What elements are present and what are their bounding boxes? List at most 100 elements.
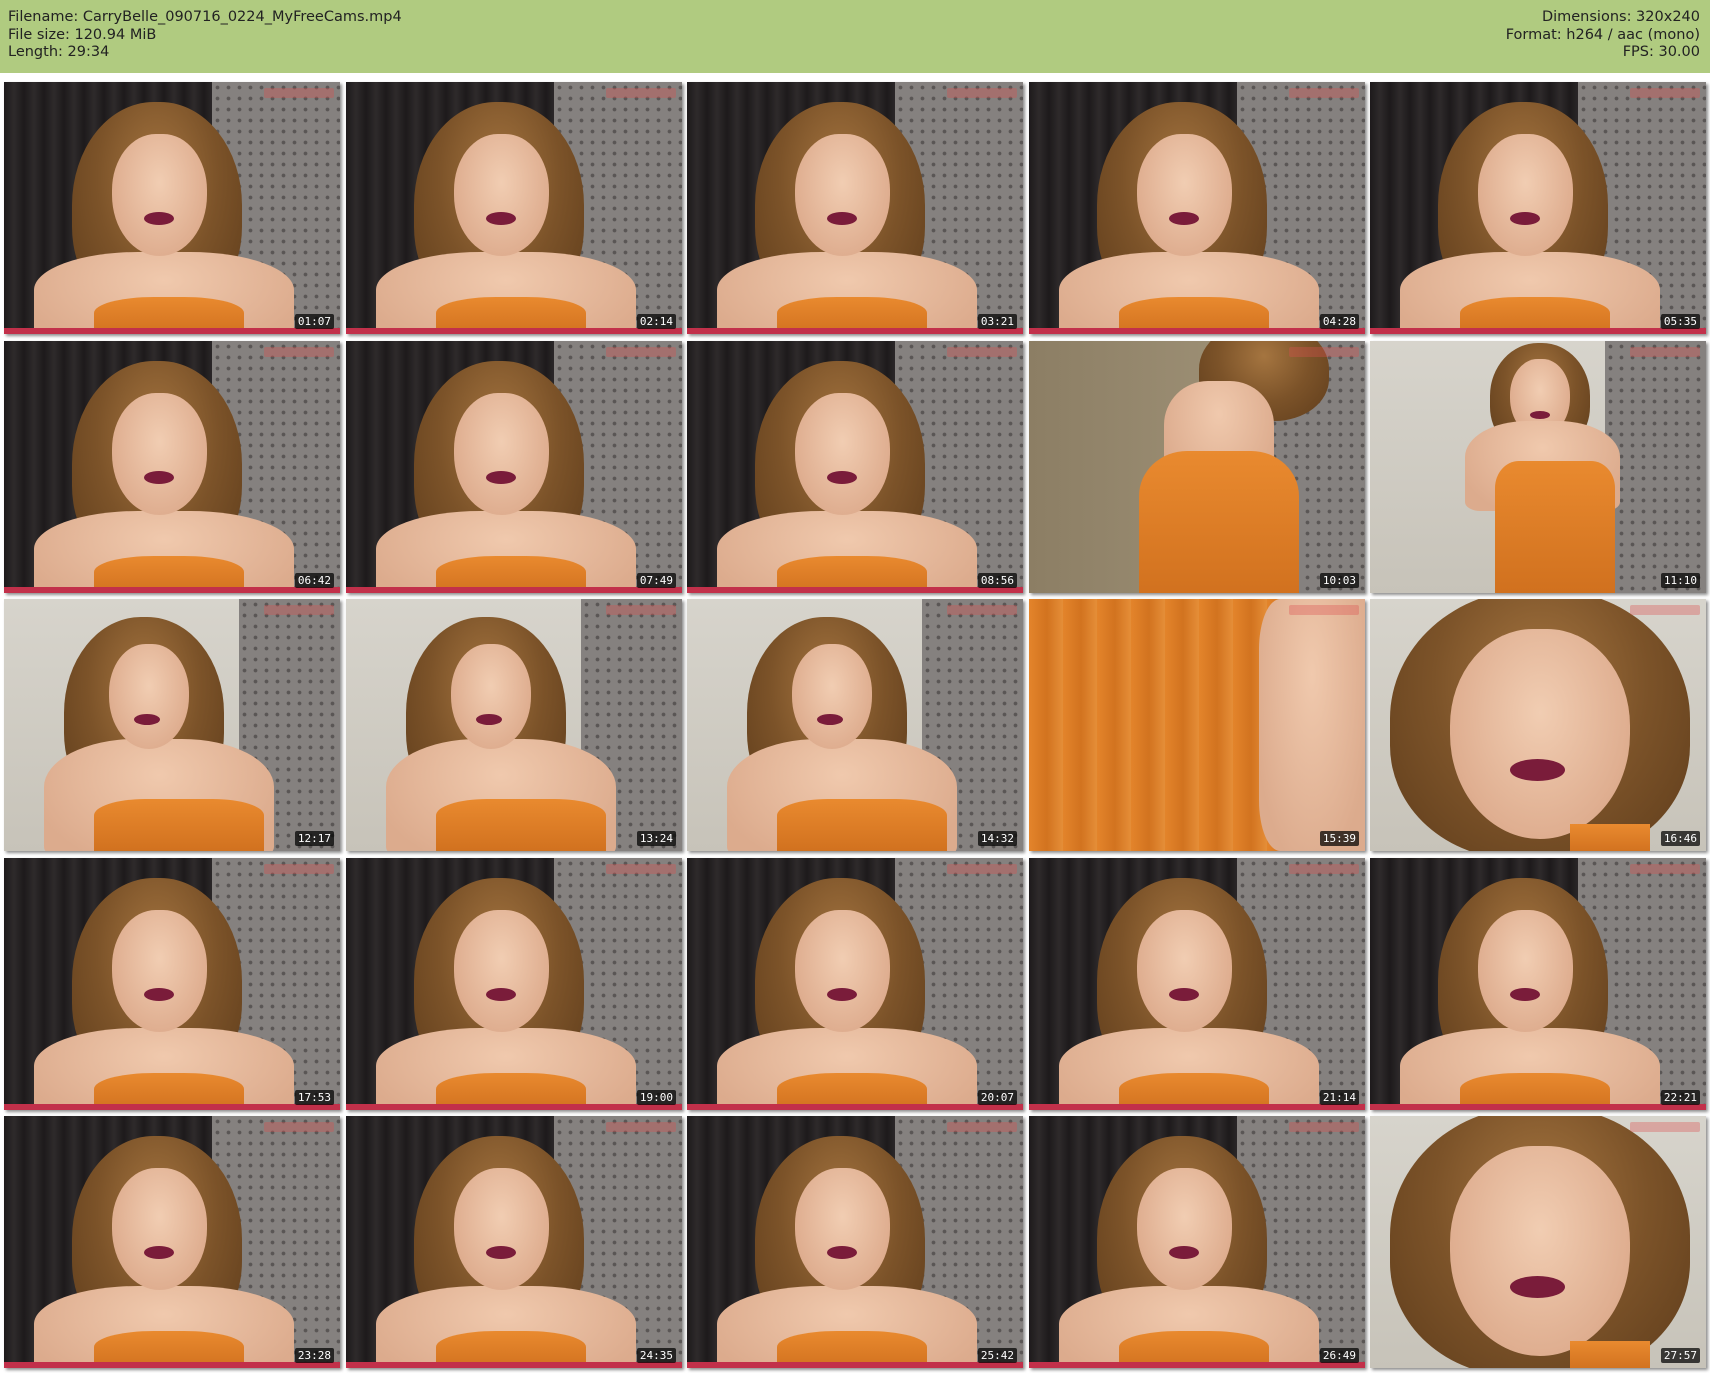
lips xyxy=(144,471,174,484)
floor-strip xyxy=(4,1104,340,1110)
timestamp-label: 05:35 xyxy=(1660,314,1700,329)
dress xyxy=(1570,1341,1650,1368)
lips xyxy=(134,714,160,725)
face xyxy=(454,393,549,515)
face xyxy=(1450,629,1630,839)
timestamp-label: 27:57 xyxy=(1660,1348,1700,1363)
timestamp-label: 22:21 xyxy=(1660,1090,1700,1105)
timestamp-label: 21:14 xyxy=(1319,1090,1359,1105)
floor-strip xyxy=(687,1362,1023,1368)
file-info-right: Dimensions: 320x240 Format: h264 / aac (… xyxy=(1506,9,1700,62)
lips xyxy=(486,212,516,225)
video-thumbnail[interactable]: 24:35 xyxy=(346,1116,682,1368)
timestamp-label: 12:17 xyxy=(294,831,334,846)
video-thumbnail[interactable]: 17:53 xyxy=(4,858,340,1110)
video-thumbnail[interactable]: 14:32 xyxy=(687,599,1023,851)
timestamp-label: 01:07 xyxy=(294,314,334,329)
video-thumbnail[interactable]: 25:42 xyxy=(687,1116,1023,1368)
video-thumbnail[interactable]: 03:21 xyxy=(687,82,1023,334)
timestamp-label: 04:28 xyxy=(1319,314,1359,329)
video-thumbnail[interactable]: 16:46 xyxy=(1370,599,1706,851)
watermark xyxy=(947,1122,1017,1132)
video-thumbnail[interactable]: 02:14 xyxy=(346,82,682,334)
patterned-panel xyxy=(1605,341,1706,593)
watermark xyxy=(264,347,334,357)
filename-text: Filename: CarryBelle_090716_0224_MyFreeC… xyxy=(8,9,402,25)
lips xyxy=(486,988,516,1001)
lips xyxy=(144,988,174,1001)
timestamp-label: 02:14 xyxy=(636,314,676,329)
watermark xyxy=(264,1122,334,1132)
face xyxy=(1450,1146,1630,1356)
watermark xyxy=(1630,88,1700,98)
face xyxy=(1137,1168,1232,1290)
timestamp-label: 26:49 xyxy=(1319,1348,1359,1363)
watermark xyxy=(1289,864,1359,874)
lips xyxy=(1169,212,1199,225)
video-thumbnail[interactable]: 26:49 xyxy=(1029,1116,1365,1368)
timestamp-label: 24:35 xyxy=(636,1348,676,1363)
dimensions-text: Dimensions: 320x240 xyxy=(1541,9,1700,25)
lips xyxy=(827,212,857,225)
video-thumbnail[interactable]: 11:10 xyxy=(1370,341,1706,593)
lips xyxy=(1510,988,1540,1001)
watermark xyxy=(947,347,1017,357)
video-thumbnail[interactable]: 27:57 xyxy=(1370,1116,1706,1368)
timestamp-label: 10:03 xyxy=(1319,573,1359,588)
watermark xyxy=(1289,347,1359,357)
video-thumbnail[interactable]: 15:39 xyxy=(1029,599,1365,851)
face xyxy=(112,1168,207,1290)
file-info-left: Filename: CarryBelle_090716_0224_MyFreeC… xyxy=(8,9,402,62)
watermark xyxy=(1630,1122,1700,1132)
video-thumbnail[interactable]: 21:14 xyxy=(1029,858,1365,1110)
video-thumbnail[interactable]: 19:00 xyxy=(346,858,682,1110)
thumbnail-grid: 01:07 02:14 03:21 04:28 05:35 06:42 07:49 08:56… xyxy=(4,82,1706,1370)
face xyxy=(1137,134,1232,256)
video-thumbnail[interactable]: 08:56 xyxy=(687,341,1023,593)
timestamp-label: 20:07 xyxy=(977,1090,1017,1105)
format-text: Format: h264 / aac (mono) xyxy=(1505,26,1700,43)
video-thumbnail[interactable]: 22:21 xyxy=(1370,858,1706,1110)
watermark xyxy=(1630,347,1700,357)
floor-strip xyxy=(1370,1104,1706,1110)
video-thumbnail[interactable]: 20:07 xyxy=(687,858,1023,1110)
face xyxy=(112,134,207,256)
lips xyxy=(1169,988,1199,1001)
floor-strip xyxy=(4,328,340,334)
face xyxy=(792,644,872,749)
video-thumbnail[interactable]: 23:28 xyxy=(4,1116,340,1368)
floor-strip xyxy=(1370,328,1706,334)
lips xyxy=(827,1246,857,1259)
watermark xyxy=(264,864,334,874)
watermark xyxy=(264,605,334,615)
video-thumbnail[interactable]: 01:07 xyxy=(4,82,340,334)
face xyxy=(1137,910,1232,1032)
lips xyxy=(1510,212,1540,225)
timestamp-label: 13:24 xyxy=(636,831,676,846)
lips xyxy=(144,212,174,225)
floor-strip xyxy=(687,1104,1023,1110)
face xyxy=(454,910,549,1032)
video-thumbnail[interactable]: 06:42 xyxy=(4,341,340,593)
video-thumbnail[interactable]: 07:49 xyxy=(346,341,682,593)
floor-strip xyxy=(1029,1362,1365,1368)
video-thumbnail[interactable]: 13:24 xyxy=(346,599,682,851)
timestamp-label: 06:42 xyxy=(294,573,334,588)
face xyxy=(1478,134,1573,256)
timestamp-label: 17:53 xyxy=(294,1090,334,1105)
watermark xyxy=(606,1122,676,1132)
floor-strip xyxy=(4,587,340,593)
watermark xyxy=(606,864,676,874)
floor-strip xyxy=(346,587,682,593)
video-thumbnail[interactable]: 12:17 xyxy=(4,599,340,851)
timestamp-label: 23:28 xyxy=(294,1348,334,1363)
dress xyxy=(1570,824,1650,851)
face xyxy=(795,393,890,515)
lips xyxy=(144,1246,174,1259)
floor-strip xyxy=(687,587,1023,593)
video-thumbnail[interactable]: 04:28 xyxy=(1029,82,1365,334)
video-thumbnail[interactable]: 05:35 xyxy=(1370,82,1706,334)
lips xyxy=(1510,1276,1565,1298)
video-thumbnail[interactable]: 10:03 xyxy=(1029,341,1365,593)
timestamp-label: 25:42 xyxy=(977,1348,1017,1363)
